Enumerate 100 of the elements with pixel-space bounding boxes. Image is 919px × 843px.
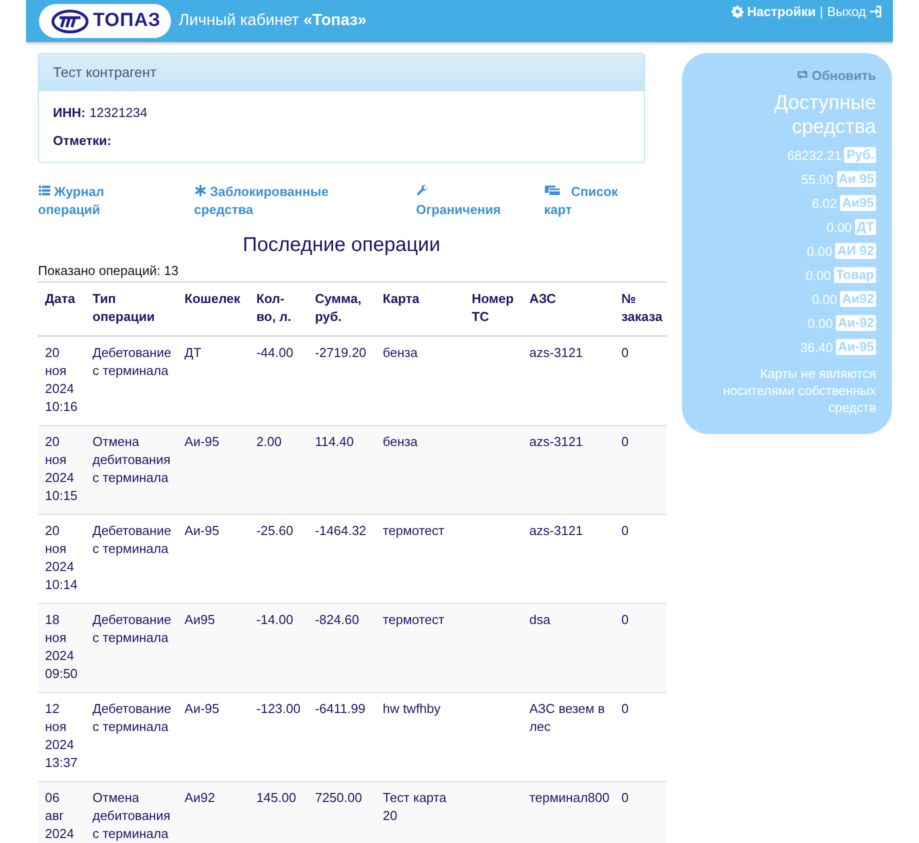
balance-amount: 36.40 bbox=[800, 340, 833, 354]
unit-label: Аи-95 bbox=[836, 339, 876, 355]
table-cell: бенза bbox=[382, 345, 418, 360]
app-title: Личный кабинет «Топаз» bbox=[178, 12, 367, 30]
cards-icon bbox=[544, 184, 562, 197]
table-cell: -2719.20 bbox=[314, 345, 366, 360]
table-cell: 0 bbox=[621, 790, 629, 805]
balance-amount: 0.00 bbox=[806, 268, 831, 282]
table-cell: 0 bbox=[621, 434, 629, 449]
panel-title: Тест контрагент bbox=[39, 54, 644, 91]
table-cell: терминал800 bbox=[529, 790, 610, 805]
column-header: Номер ТС bbox=[464, 282, 522, 336]
logo-text: ТОПАЗ bbox=[93, 10, 161, 32]
logout-link[interactable]: Выход bbox=[827, 4, 882, 19]
refresh-icon bbox=[796, 68, 809, 81]
column-header: Карта bbox=[376, 282, 465, 336]
balance-amount: 68232.21 bbox=[787, 148, 842, 162]
table-cell: 145.00 bbox=[256, 790, 296, 805]
table-cell: 0 bbox=[621, 523, 629, 538]
table-cell: Дебетование с терминала bbox=[92, 345, 172, 378]
wrench-icon bbox=[416, 184, 429, 197]
table-cell: Аи-95 bbox=[184, 701, 220, 716]
table-cell: Дебетование с терминала bbox=[92, 701, 172, 734]
table-cell: 18 ноя 2024 09:50 bbox=[45, 612, 78, 681]
balance-note: Карты не являются носителями собственных средств bbox=[722, 365, 876, 416]
table-cell: 20 ноя 2024 10:16 bbox=[45, 345, 78, 414]
table-cell: Дебетование с терминала bbox=[92, 523, 172, 556]
nav-link[interactable]: Журнал операций bbox=[38, 183, 118, 219]
table-cell: 20 ноя 2024 10:14 bbox=[45, 523, 78, 592]
table-cell: -44.00 bbox=[256, 345, 294, 360]
nav-link[interactable]: Список карт bbox=[544, 183, 634, 219]
table-cell: Аи92 bbox=[184, 790, 215, 805]
separator: | bbox=[820, 4, 824, 19]
list-icon bbox=[38, 184, 51, 197]
nav-link[interactable]: Заблокированные средства bbox=[194, 183, 344, 219]
nav-link[interactable]: Ограничения bbox=[416, 183, 511, 219]
refresh-link[interactable]: Обновить bbox=[696, 68, 876, 83]
settings-link[interactable]: Настройки bbox=[731, 4, 816, 19]
unit-label: Аи95 bbox=[840, 195, 876, 211]
unit-label: Товар bbox=[834, 267, 876, 283]
settings-icon bbox=[731, 5, 744, 18]
unit-label: ДТ bbox=[854, 219, 876, 235]
table-cell: термотест bbox=[382, 612, 444, 627]
unit-label: АИ 92 bbox=[835, 243, 876, 259]
balance-amount: 6.02 bbox=[812, 196, 838, 210]
table-cell: -123.00 bbox=[256, 701, 300, 716]
table-cell: azs-3121 bbox=[529, 523, 583, 538]
table-cell: -1464.32 bbox=[314, 523, 366, 538]
table-cell: 7250.00 bbox=[314, 790, 362, 805]
table-cell: 06 авг 2024 bbox=[45, 790, 74, 841]
table-cell: 0 bbox=[621, 345, 629, 360]
column-header: Кол-во, л. bbox=[249, 282, 308, 336]
table-cell: hw twfhby bbox=[382, 701, 441, 716]
section-title: Последние операции bbox=[242, 234, 442, 257]
balance-amount: 0.00 bbox=[808, 316, 833, 330]
column-header: Тип операции bbox=[86, 282, 178, 336]
table-cell: 12 ноя 2024 13:37 bbox=[45, 701, 78, 770]
table-cell: АЗС везем в лес bbox=[529, 701, 605, 734]
table-cell: Тест карта 20 bbox=[382, 790, 446, 823]
table-cell: термотест bbox=[382, 523, 444, 538]
table-cell: Аи-95 bbox=[184, 523, 220, 538]
balance-amount: 0.00 bbox=[806, 244, 832, 258]
sign-in-icon bbox=[869, 5, 882, 18]
logo-icon bbox=[51, 8, 89, 34]
balance-title: Доступные средства bbox=[773, 91, 876, 139]
table-cell: azs-3121 bbox=[529, 434, 583, 449]
column-header: № заказа bbox=[614, 282, 667, 336]
asterisk-icon bbox=[194, 184, 207, 197]
table-cell: бенза bbox=[382, 434, 418, 449]
field-label: ИНН: bbox=[53, 105, 86, 120]
field-label: Отметки: bbox=[53, 133, 112, 148]
unit-label: Аи 95 bbox=[836, 171, 876, 187]
balance-amount: 0.00 bbox=[826, 220, 852, 234]
table-cell: Отмена дебитования с терминала bbox=[92, 790, 170, 841]
table-cell: dsa bbox=[529, 612, 550, 627]
table-cell: azs-3121 bbox=[529, 345, 583, 360]
table-cell: Отмена дебитования с терминала bbox=[92, 434, 170, 485]
balance-amount: 55.00 bbox=[801, 172, 834, 186]
column-header: Кошелек bbox=[178, 282, 250, 336]
table-cell: -6411.99 bbox=[314, 701, 366, 716]
balance-amount: 0.00 bbox=[812, 292, 838, 306]
table-cell: Аи95 bbox=[184, 612, 215, 627]
unit-label: Аи-92 bbox=[836, 315, 876, 331]
field-value: 12321234 bbox=[89, 105, 148, 120]
table-cell: 0 bbox=[621, 701, 629, 716]
table-cell: -25.60 bbox=[256, 523, 294, 538]
table-cell: 2.00 bbox=[256, 434, 282, 449]
column-header: АЗС bbox=[522, 282, 614, 336]
table-cell: -14.00 bbox=[256, 612, 294, 627]
table-cell: 0 bbox=[621, 612, 629, 627]
column-header: Дата bbox=[38, 282, 86, 336]
table-cell: 114.40 bbox=[314, 434, 354, 449]
table-cell: Аи-95 bbox=[184, 434, 220, 449]
unit-label: Руб. bbox=[844, 147, 876, 163]
table-cell: ДТ bbox=[184, 345, 202, 360]
operations-count: Показано операций: 13 bbox=[38, 263, 180, 278]
table-cell: 20 ноя 2024 10:15 bbox=[45, 434, 78, 503]
table-cell: Дебетование с терминала bbox=[92, 612, 172, 645]
column-header: Сумма, руб. bbox=[308, 282, 376, 336]
unit-label: Аи92 bbox=[840, 291, 876, 307]
